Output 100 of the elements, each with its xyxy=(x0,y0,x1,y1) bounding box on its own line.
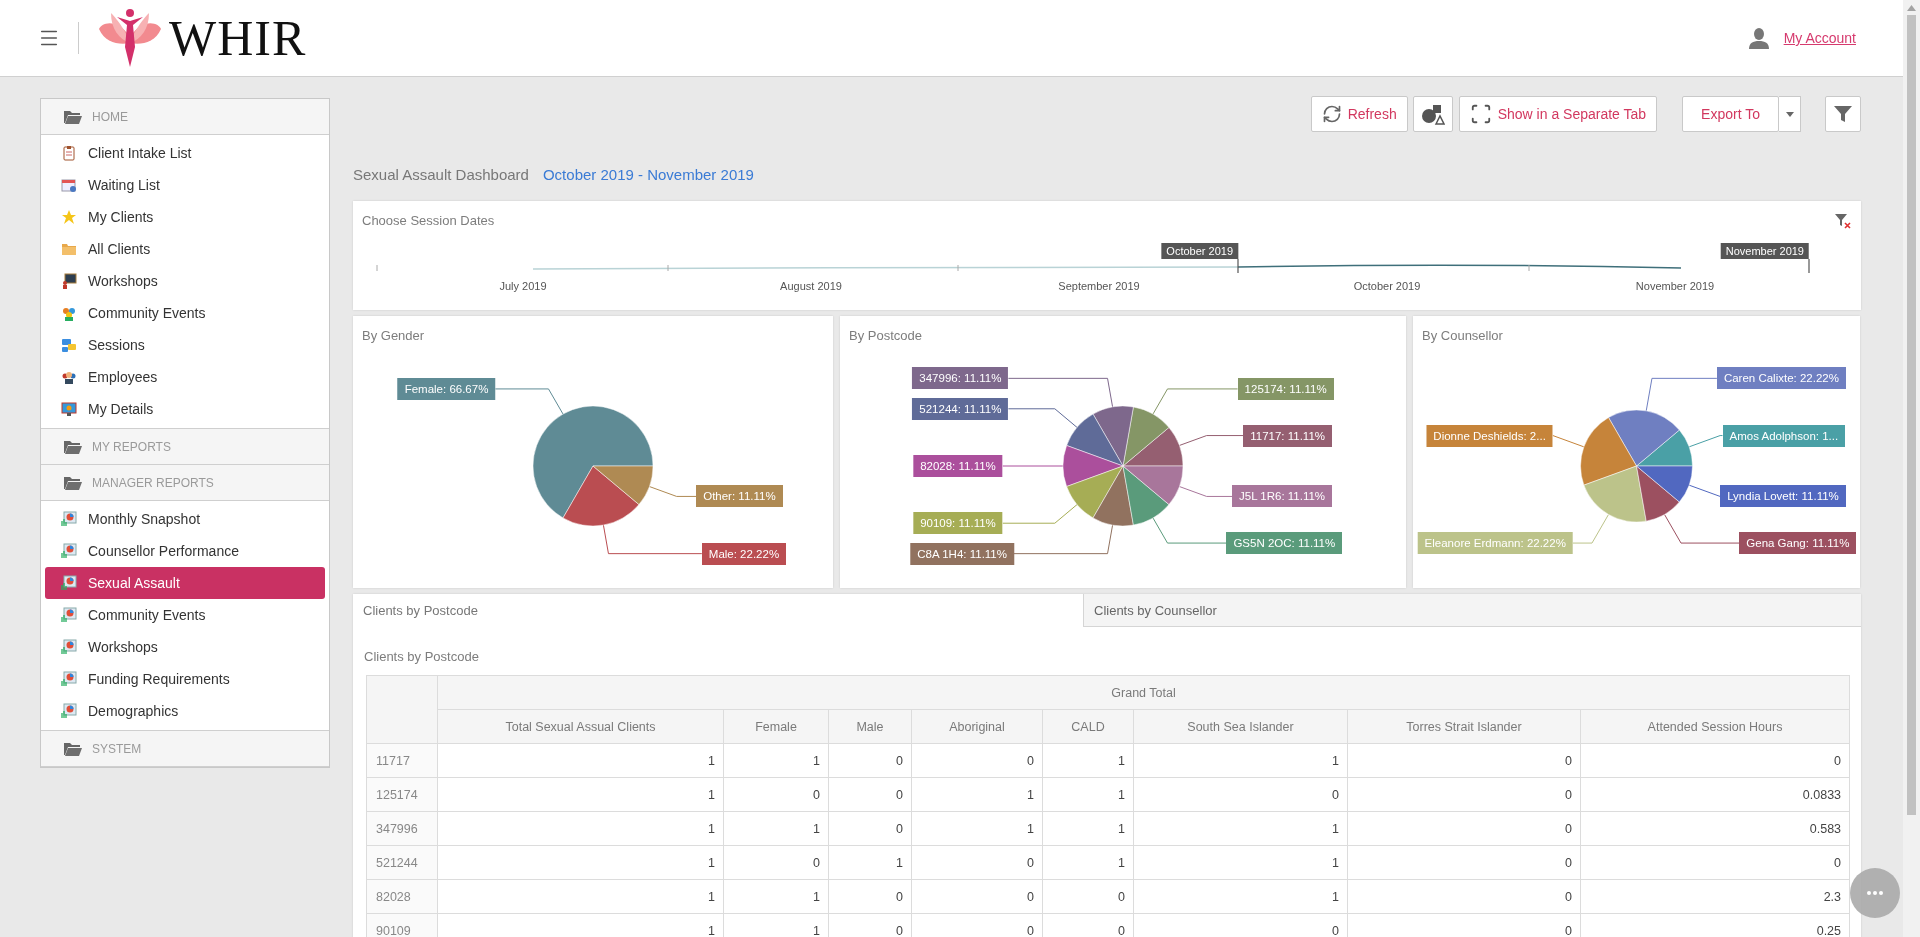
data-label: J5L 1R6: 11.11% xyxy=(1232,485,1333,508)
table-cell: 0 xyxy=(911,845,1043,880)
logo-text: WHIR xyxy=(169,9,307,67)
table-cell: 0 xyxy=(1347,845,1581,880)
filter-button[interactable] xyxy=(1825,96,1861,132)
export-dropdown-button[interactable] xyxy=(1779,96,1801,132)
data-label: 125174: 11.11% xyxy=(1237,377,1334,400)
shapes-icon xyxy=(1420,103,1445,125)
table-cell: 0 xyxy=(1347,743,1581,778)
table-cell: 0 xyxy=(828,777,912,812)
table-cell: 0 xyxy=(1347,777,1581,812)
sidebar-item[interactable]: Workshops xyxy=(41,265,329,297)
user-icon xyxy=(1747,26,1770,50)
table-cell: 0 xyxy=(828,811,912,846)
column-header: Torres Strait Islander xyxy=(1347,709,1581,744)
card-title: By Postcode xyxy=(849,328,922,343)
sidebar-item[interactable]: Community Events xyxy=(41,297,329,329)
folder-icon xyxy=(64,439,82,454)
sidebar-item[interactable]: All Clients xyxy=(41,233,329,265)
range-handle[interactable]: October 2019 xyxy=(1161,243,1238,259)
column-header: Total Sexual Assual Clients xyxy=(437,709,724,744)
chart-icon xyxy=(61,703,77,719)
sidebar-item[interactable]: Community Events xyxy=(41,599,329,631)
axis-label: October 2019 xyxy=(1352,280,1422,292)
folder-icon xyxy=(61,241,77,257)
table-cell: 1 xyxy=(1042,845,1134,880)
corner-cell xyxy=(366,675,438,744)
sidebar-item[interactable]: Counsellor Performance xyxy=(41,535,329,567)
data-label: 521244: 11.11% xyxy=(912,397,1009,420)
sidebar-item[interactable]: Funding Requirements xyxy=(41,663,329,695)
dashboard-title: Sexual Assault Dashboard xyxy=(353,166,529,183)
table-cell: 1 xyxy=(437,879,724,914)
leader-line xyxy=(1178,435,1244,446)
clear-filter-icon[interactable] xyxy=(1835,212,1851,229)
table-cell: 0 xyxy=(1347,879,1581,914)
table-cell: 1 xyxy=(1042,743,1134,778)
leader-line xyxy=(1572,514,1609,544)
tab[interactable]: Clients by Counsellor xyxy=(1083,594,1861,627)
export-button[interactable]: Export To xyxy=(1682,96,1779,132)
leader-line xyxy=(1002,465,1064,467)
table-cell: 1 xyxy=(1133,811,1348,846)
table-cell: 0 xyxy=(1133,777,1348,812)
data-label: Female: 66.67% xyxy=(397,377,496,400)
column-header: CALD xyxy=(1042,709,1134,744)
row-header: 125174 xyxy=(366,777,438,812)
axis-label: September 2019 xyxy=(1057,280,1141,292)
table-cell: 0 xyxy=(911,743,1043,778)
data-label: Other: 11.11% xyxy=(696,485,783,508)
sidebar-item[interactable]: Client Intake List xyxy=(41,137,329,169)
table-cell: 1 xyxy=(1133,743,1348,778)
table-cell: 0.0833 xyxy=(1580,777,1850,812)
tab[interactable]: Clients by Postcode xyxy=(353,594,1083,627)
scrollbar[interactable] xyxy=(1903,0,1920,937)
table-cell: 0 xyxy=(723,845,829,880)
leader-line xyxy=(494,388,564,415)
table-cell: 0.583 xyxy=(1580,811,1850,846)
table-cell: 0 xyxy=(1580,845,1850,880)
sidebar-item[interactable]: Employees xyxy=(41,361,329,393)
clipboard-icon xyxy=(61,145,77,161)
table-cell: 1 xyxy=(1042,777,1134,812)
group-icon xyxy=(61,305,77,321)
sidebar-item[interactable]: My Details xyxy=(41,393,329,425)
table-cell: 0 xyxy=(828,743,912,778)
row-header: 11717 xyxy=(366,743,438,778)
calendar-icon xyxy=(61,177,77,193)
table-cell: 0 xyxy=(1042,879,1134,914)
scrollbar-thumb[interactable] xyxy=(1907,15,1916,815)
sidebar-item[interactable]: Sessions xyxy=(41,329,329,361)
separate-tab-button[interactable]: Show in a Separate Tab xyxy=(1458,96,1658,132)
leader-line xyxy=(1178,486,1233,497)
table-cell: 1 xyxy=(437,845,724,880)
data-label: 82028: 11.11% xyxy=(913,455,1003,477)
leader-line xyxy=(1552,435,1585,448)
data-label: GS5N 2OC: 11.11% xyxy=(1226,532,1343,555)
table-cell: 1 xyxy=(437,777,724,812)
chart-type-button[interactable] xyxy=(1412,96,1453,132)
star-icon xyxy=(61,209,77,225)
sidebar-item[interactable]: My Clients xyxy=(41,201,329,233)
pivot-title: Clients by Postcode xyxy=(364,649,479,664)
range-handle[interactable]: November 2019 xyxy=(1720,243,1809,259)
table-cell: 1 xyxy=(828,845,912,880)
monitor-icon xyxy=(61,401,77,417)
column-header: Male xyxy=(828,709,912,744)
row-header: 347996 xyxy=(366,811,438,846)
sidebar-item[interactable]: Workshops xyxy=(41,631,329,663)
account-link[interactable]: My Account xyxy=(1783,30,1856,46)
data-label: Caren Calixte: 22.22% xyxy=(1716,367,1846,390)
folder-icon xyxy=(64,475,82,490)
sidebar-item[interactable]: Waiting List xyxy=(41,169,329,201)
leader-line xyxy=(648,486,697,497)
axis-label: November 2019 xyxy=(1634,280,1716,292)
data-label: Eleanore Erdmann: 22.22% xyxy=(1417,532,1573,555)
sidebar-item[interactable]: Demographics xyxy=(41,695,329,727)
folder-icon xyxy=(64,741,82,756)
sidebar-item[interactable]: Sexual Assault xyxy=(45,567,325,599)
refresh-button[interactable]: Refresh xyxy=(1310,96,1408,132)
sidebar-item[interactable]: Monthly Snapshot xyxy=(41,503,329,535)
column-header: Grand Total xyxy=(437,675,1850,710)
column-header: Attended Session Hours xyxy=(1580,709,1850,744)
chart-icon xyxy=(61,575,77,591)
